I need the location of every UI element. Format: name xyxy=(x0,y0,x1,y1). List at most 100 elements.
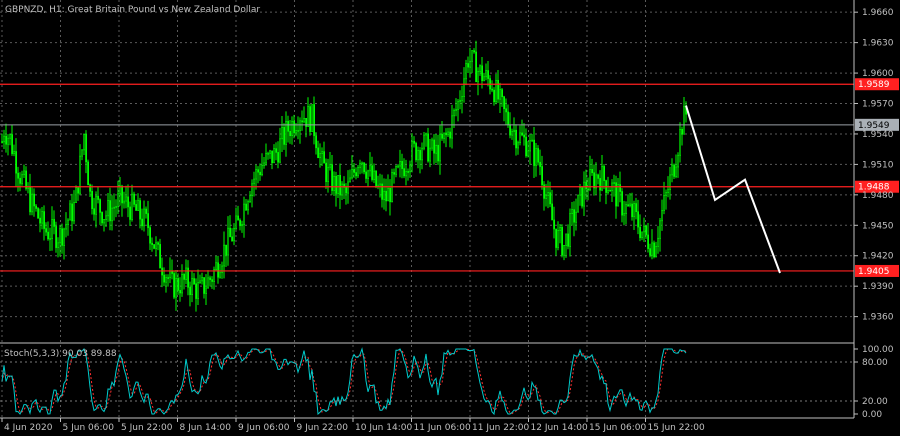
candle-body xyxy=(199,280,202,283)
candle-body xyxy=(483,76,486,82)
candle-body xyxy=(309,106,312,132)
candle-body xyxy=(587,188,590,191)
candle-body xyxy=(3,135,6,143)
candle-body xyxy=(293,120,296,134)
price-tick-label: 1.9660 xyxy=(862,8,894,18)
candle-body xyxy=(143,208,146,227)
price-level-label: 1.9589 xyxy=(858,80,890,90)
time-tick-label: 15 Jun 22:00 xyxy=(648,423,705,433)
candle-body xyxy=(443,132,446,139)
candle-body xyxy=(409,164,412,173)
candle-body xyxy=(531,139,534,142)
price-tick-label: 1.9480 xyxy=(862,191,894,201)
candle-body xyxy=(123,200,126,204)
candle-body xyxy=(667,189,670,193)
candle-body xyxy=(283,127,286,145)
candle-body xyxy=(321,151,324,154)
candle-body xyxy=(135,204,138,211)
candle-body xyxy=(399,161,402,167)
price-tick-label: 1.9630 xyxy=(862,39,894,49)
candle-body xyxy=(555,228,558,248)
candle-body xyxy=(471,50,474,62)
candle-body xyxy=(317,147,320,159)
candle-body xyxy=(675,166,678,177)
candle-body xyxy=(513,129,516,132)
candle-body xyxy=(139,200,142,220)
time-tick-label: 9 Jun 06:00 xyxy=(238,423,290,433)
candle-body xyxy=(197,282,200,299)
candle-body xyxy=(201,277,204,282)
candle-body xyxy=(219,272,222,278)
candle-body xyxy=(117,193,120,207)
candle-body xyxy=(207,277,210,289)
candle-body xyxy=(141,218,144,227)
candle-body xyxy=(499,89,502,100)
candle-body xyxy=(537,148,540,163)
candle-body xyxy=(617,184,620,207)
candle-body xyxy=(267,152,270,155)
candle-body xyxy=(505,108,508,113)
price-tick-label: 1.9600 xyxy=(862,69,894,79)
candle-body xyxy=(643,225,646,233)
candle-body xyxy=(529,140,532,152)
candle-body xyxy=(551,203,554,221)
candle-body xyxy=(561,227,564,256)
candle-body xyxy=(683,106,686,135)
candle-body xyxy=(337,174,340,194)
candle-body xyxy=(303,117,306,123)
osc-tick-label: 80.00 xyxy=(862,358,888,368)
candle-body xyxy=(227,227,230,256)
candle-body xyxy=(125,196,128,202)
candle-body xyxy=(279,138,282,163)
candle-body xyxy=(93,208,96,215)
candle-body xyxy=(369,165,372,172)
candle-body xyxy=(281,127,284,140)
candle-body xyxy=(99,199,102,213)
candle-body xyxy=(149,227,152,244)
candle-body xyxy=(637,211,640,228)
candle-body xyxy=(479,65,482,72)
candle-body xyxy=(621,191,624,216)
candle-body xyxy=(103,219,106,224)
candle-body xyxy=(315,135,318,149)
candle-body xyxy=(37,208,40,219)
candle-body xyxy=(251,183,254,197)
candle-body xyxy=(245,203,248,211)
candle-body xyxy=(169,270,172,279)
candle-body xyxy=(297,130,300,132)
candle-body xyxy=(333,175,336,191)
candle-body xyxy=(677,154,680,168)
candle-body xyxy=(549,192,552,205)
candle-body xyxy=(439,133,442,162)
candle-body xyxy=(101,212,104,224)
candle-body xyxy=(127,196,130,208)
candle-body xyxy=(527,150,530,157)
price-tick-label: 1.9570 xyxy=(862,100,894,110)
candle-body xyxy=(405,171,408,177)
candle-body xyxy=(39,217,42,224)
candle-body xyxy=(663,195,666,211)
candle-body xyxy=(173,273,176,298)
candle-body xyxy=(137,200,140,211)
candle-body xyxy=(567,233,570,247)
candle-body xyxy=(573,209,576,223)
candle-body xyxy=(131,193,134,220)
candle-body xyxy=(665,192,668,196)
candle-body xyxy=(49,238,52,240)
candle-body xyxy=(155,242,158,249)
candle-body xyxy=(113,206,116,209)
candle-body xyxy=(45,228,48,233)
candle-body xyxy=(29,186,32,213)
candle-body xyxy=(433,139,436,154)
candle-body xyxy=(341,183,344,196)
candle-body xyxy=(635,203,638,213)
time-tick-label: 5 Jun 06:00 xyxy=(63,423,115,433)
candle-body xyxy=(607,190,610,193)
time-tick-label: 9 Jun 22:00 xyxy=(297,423,349,433)
candle-body xyxy=(407,171,410,173)
candle-body xyxy=(383,190,386,200)
candle-body xyxy=(423,134,426,149)
chart-background xyxy=(0,0,900,436)
candle-body xyxy=(353,168,356,173)
candle-body xyxy=(243,203,246,225)
